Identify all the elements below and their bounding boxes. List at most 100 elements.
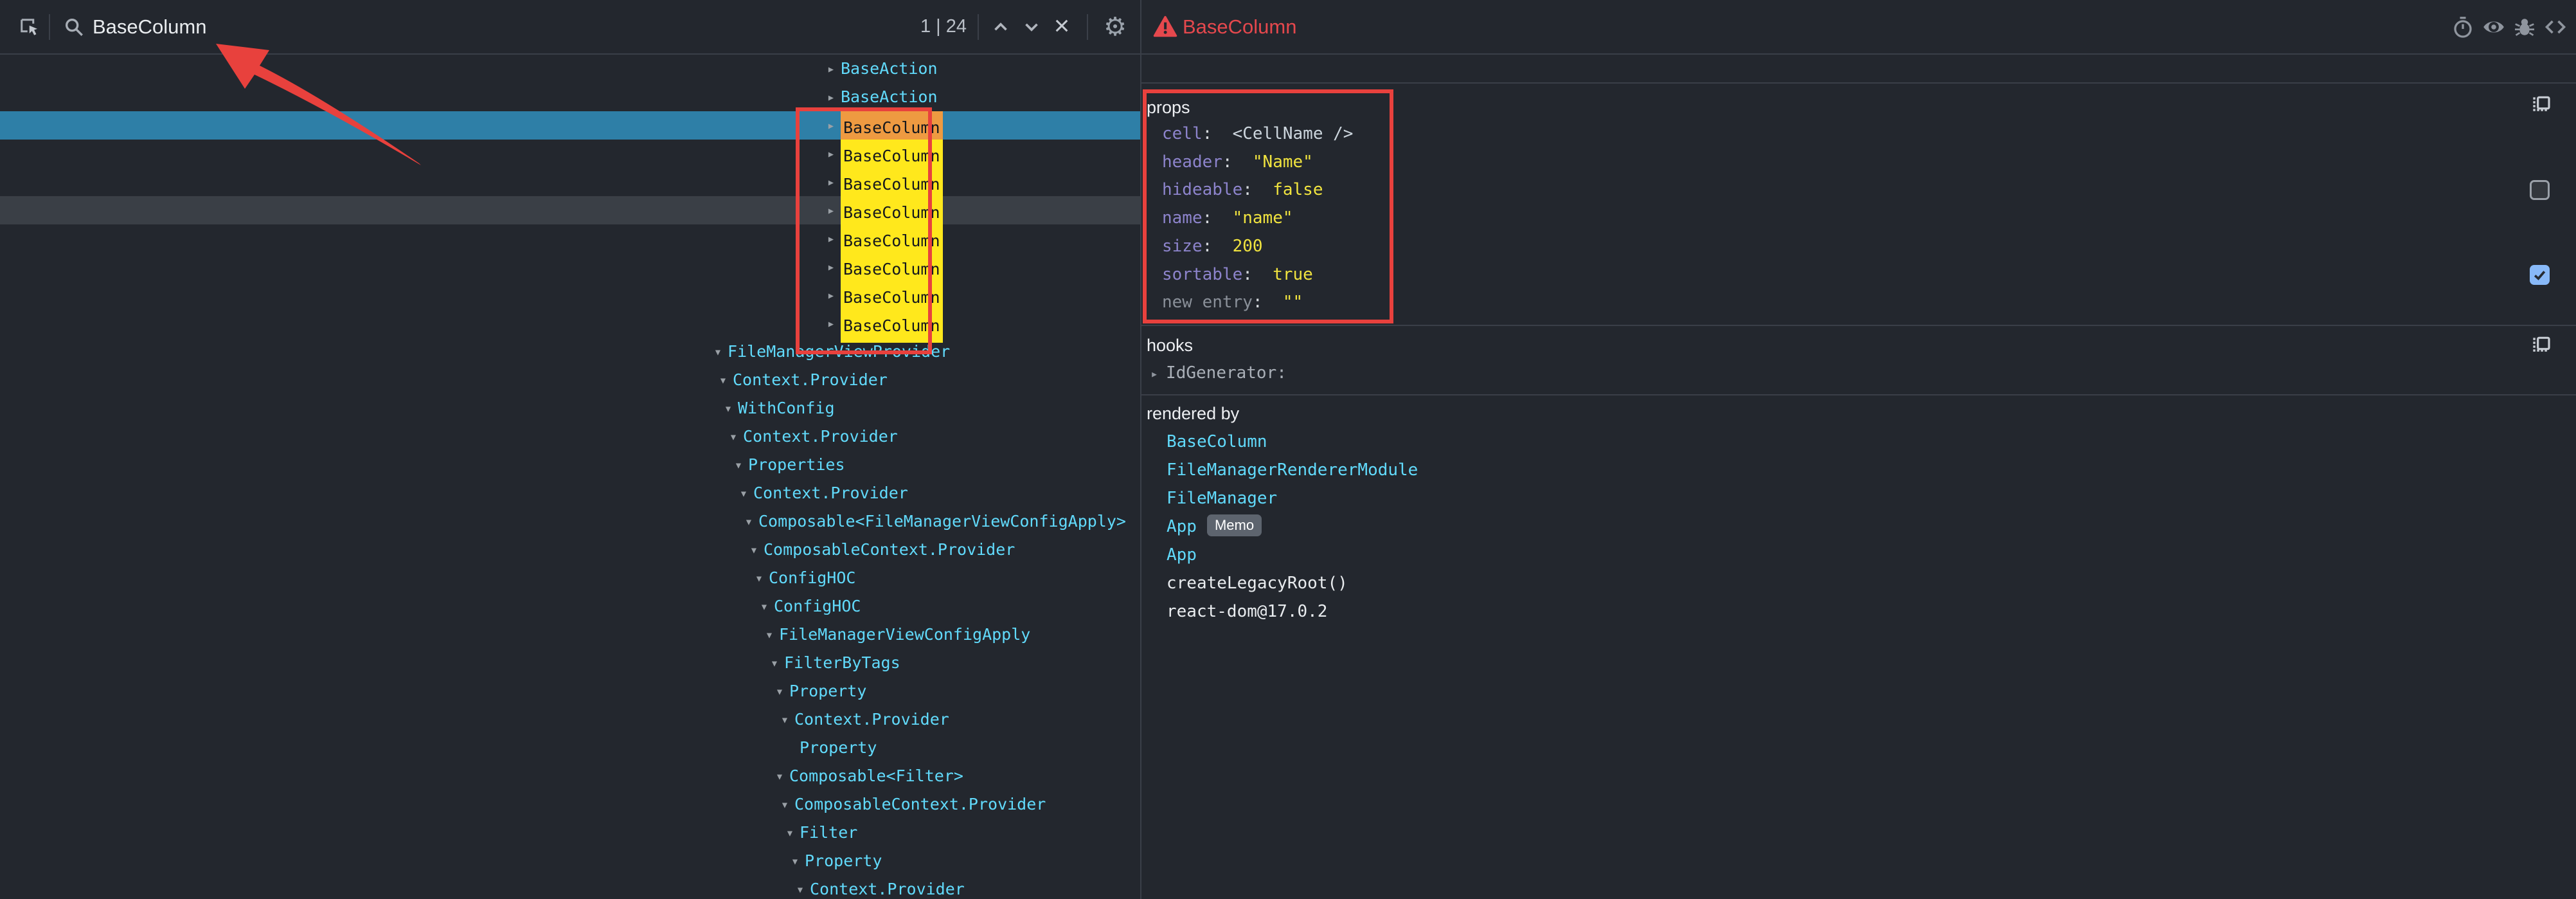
prop-row[interactable]: size: 200 — [1162, 232, 1263, 260]
rendered-by-item[interactable]: createLegacyRoot() — [1167, 569, 1348, 597]
tree-row[interactable]: ▸BaseColumn — [0, 140, 1140, 168]
collapse-caret-icon[interactable]: ▾ — [761, 621, 778, 649]
tree-row[interactable]: ▸BaseColumn — [0, 224, 1140, 253]
prop-value[interactable]: "" — [1283, 293, 1303, 312]
tree-row[interactable]: ▾Context.Provider — [0, 479, 1140, 507]
tree-row-label[interactable]: Context.Provider — [794, 705, 949, 734]
prop-value[interactable]: <CellName /> — [1233, 124, 1354, 143]
tree-row[interactable]: ▸BaseColumn — [0, 168, 1140, 196]
expand-caret-icon[interactable]: ▸ — [823, 281, 839, 309]
expand-caret-icon[interactable]: ▸ — [823, 55, 839, 83]
prop-value[interactable]: true — [1273, 265, 1313, 284]
next-result-icon[interactable] — [1019, 15, 1044, 39]
log-bug-icon[interactable] — [2512, 15, 2537, 39]
tree-row-label[interactable]: Properties — [748, 451, 845, 479]
inspect-dom-eye-icon[interactable] — [2482, 15, 2506, 39]
tree-row-label[interactable]: BaseAction — [841, 55, 938, 83]
tree-row-label[interactable]: Context.Provider — [733, 366, 888, 394]
tree-row[interactable]: ▾ComposableContext.Provider — [0, 536, 1140, 564]
tree-row[interactable]: ▸BaseColumn — [0, 253, 1140, 281]
collapse-caret-icon[interactable]: ▾ — [725, 422, 742, 451]
tree-row[interactable]: ▸BaseColumn — [0, 281, 1140, 309]
prop-row[interactable]: cell: <CellName /> — [1162, 120, 1353, 148]
tree-row-label[interactable]: ComposableContext.Provider — [794, 790, 1046, 819]
tree-row[interactable]: ▾ConfigHOC — [0, 592, 1140, 621]
tree-row[interactable]: ▸BaseColumn — [0, 196, 1140, 224]
tree-row-label[interactable]: Context.Provider — [753, 479, 908, 507]
collapse-caret-icon[interactable]: ▾ — [751, 564, 767, 592]
tree-row-label[interactable]: FileManagerViewProvider — [728, 338, 950, 366]
hook-item[interactable]: ▸IdGenerator: — [1150, 359, 1287, 387]
tree-row-label[interactable]: Filter — [800, 819, 857, 847]
tree-row[interactable]: ▾Property — [0, 677, 1140, 705]
tree-row[interactable]: ▸BaseAction — [0, 55, 1140, 83]
rendered-by-item[interactable]: FileManager — [1167, 484, 1277, 513]
collapse-caret-icon[interactable]: ▾ — [746, 536, 762, 564]
expand-caret-icon[interactable]: ▸ — [1150, 366, 1158, 381]
prop-value[interactable]: "name" — [1233, 208, 1293, 228]
tree-row-label[interactable]: FileManagerViewConfigApply — [779, 621, 1030, 649]
tree-row[interactable]: ▾FileManagerViewProvider — [0, 338, 1140, 366]
collapse-caret-icon[interactable]: ▾ — [710, 338, 726, 366]
collapse-caret-icon[interactable]: ▾ — [776, 705, 793, 734]
tree-row[interactable]: Property — [0, 734, 1140, 762]
tree-row-label[interactable]: BaseAction — [841, 83, 938, 111]
rendered-by-item[interactable]: AppMemo — [1167, 513, 1262, 541]
rendered-by-name[interactable]: App — [1167, 517, 1197, 536]
collapse-caret-icon[interactable]: ▾ — [756, 592, 773, 621]
settings-gear-icon[interactable]: ⚙ — [1100, 0, 1130, 53]
rendered-by-name[interactable]: createLegacyRoot() — [1167, 574, 1348, 593]
collapse-caret-icon[interactable]: ▾ — [730, 451, 747, 479]
hideable-checkbox[interactable] — [2530, 180, 2550, 200]
panel-divider[interactable] — [1140, 0, 1141, 899]
collapse-caret-icon[interactable]: ▾ — [720, 394, 737, 422]
inspect-element-icon[interactable] — [17, 15, 41, 39]
tree-row-label[interactable]: ComposableContext.Provider — [764, 536, 1015, 564]
tree-row[interactable]: ▾FilterByTags — [0, 649, 1140, 677]
rendered-by-name[interactable]: FileManagerRendererModule — [1167, 460, 1418, 480]
rendered-by-name[interactable]: FileManager — [1167, 489, 1277, 508]
close-search-icon[interactable]: × — [1049, 0, 1075, 53]
tree-row[interactable]: ▸BaseColumn — [0, 111, 1140, 140]
collapse-caret-icon[interactable]: ▾ — [771, 677, 788, 705]
expand-caret-icon[interactable]: ▸ — [823, 309, 839, 338]
collapse-caret-icon[interactable]: ▾ — [715, 366, 731, 394]
prop-value[interactable]: false — [1273, 180, 1323, 199]
prop-value[interactable]: 200 — [1233, 237, 1263, 256]
prop-row[interactable]: new entry: "" — [1162, 288, 1303, 316]
prop-row[interactable]: sortable: true — [1162, 260, 1313, 289]
rendered-by-item[interactable]: BaseColumn — [1167, 428, 1267, 456]
collapse-caret-icon[interactable]: ▾ — [766, 649, 783, 677]
tree-row[interactable]: ▾Property — [0, 847, 1140, 875]
tree-row[interactable]: ▾Context.Provider — [0, 875, 1140, 899]
collapse-caret-icon[interactable]: ▾ — [787, 847, 803, 875]
prev-result-icon[interactable] — [988, 15, 1013, 39]
tree-row-label[interactable]: Property — [789, 677, 866, 705]
tree-row-label[interactable]: Property — [805, 847, 882, 875]
prop-value[interactable]: "Name" — [1253, 152, 1313, 172]
tree-row-label[interactable]: ConfigHOC — [774, 592, 861, 621]
collapse-caret-icon[interactable]: ▾ — [792, 875, 809, 899]
sortable-checkbox[interactable] — [2530, 265, 2550, 285]
view-source-icon[interactable] — [2543, 15, 2568, 39]
prop-row[interactable]: header: "Name" — [1162, 148, 1313, 176]
expand-caret-icon[interactable]: ▸ — [823, 140, 839, 168]
expand-caret-icon[interactable]: ▸ — [823, 196, 839, 224]
tree-row[interactable]: ▾ConfigHOC — [0, 564, 1140, 592]
tree-row[interactable]: ▸BaseAction — [0, 83, 1140, 111]
tree-row[interactable]: ▾Composable<Filter> — [0, 762, 1140, 790]
rendered-by-name[interactable]: react-dom@17.0.2 — [1167, 602, 1327, 621]
tree-row[interactable]: ▾Context.Provider — [0, 366, 1140, 394]
tree-row[interactable]: ▾Context.Provider — [0, 422, 1140, 451]
tree-row[interactable]: ▸BaseColumn — [0, 309, 1140, 338]
expand-caret-icon[interactable]: ▸ — [823, 83, 839, 111]
rendered-by-name[interactable]: App — [1167, 545, 1197, 565]
prop-row[interactable]: hideable: false — [1162, 176, 1323, 204]
rendered-by-item[interactable]: App — [1167, 541, 1197, 569]
tree-row[interactable]: ▾Composable<FileManagerViewConfigApply> — [0, 507, 1140, 536]
copy-props-icon[interactable] — [2531, 95, 2552, 116]
rendered-by-item[interactable]: react-dom@17.0.2 — [1167, 597, 1327, 626]
tree-row[interactable]: ▾Filter — [0, 819, 1140, 847]
prop-row[interactable]: name: "name" — [1162, 204, 1293, 232]
collapse-caret-icon[interactable]: ▾ — [782, 819, 798, 847]
